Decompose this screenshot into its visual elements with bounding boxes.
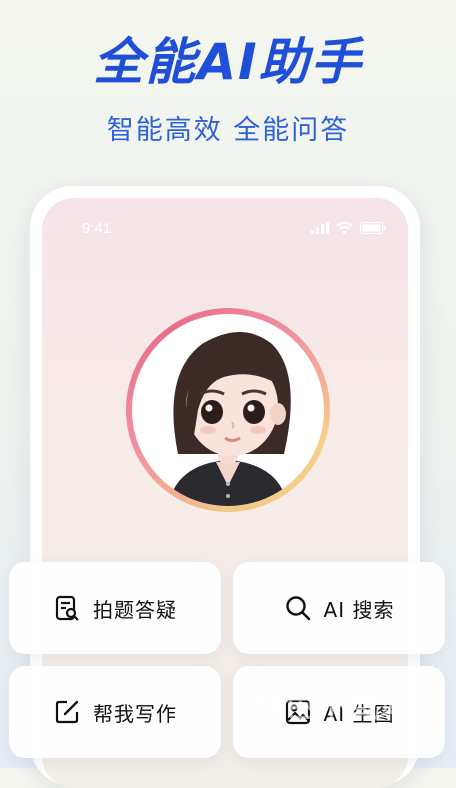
avatar-illustration bbox=[168, 332, 291, 506]
avatar bbox=[132, 314, 324, 506]
feature-card-photo-question[interactable]: 拍题答疑 bbox=[9, 562, 221, 654]
signal-icon bbox=[311, 222, 329, 234]
status-icons bbox=[311, 222, 386, 234]
watermark-url: www.lmop.com bbox=[268, 728, 421, 752]
hero-title: 全能AI助手 bbox=[93, 33, 363, 91]
wifi-icon bbox=[336, 222, 353, 234]
feature-card-writing[interactable]: 帮我写作 bbox=[9, 666, 221, 758]
watermark-text: 绿色下载站 bbox=[252, 687, 413, 723]
hero-subtitle: 智能高效 全能问答 bbox=[106, 115, 350, 146]
feature-label: 拍题答疑 bbox=[93, 597, 177, 622]
feature-label: AI 搜索 bbox=[323, 597, 395, 622]
edit-icon bbox=[55, 700, 79, 724]
battery-icon bbox=[360, 222, 386, 234]
feature-card-ai-search[interactable]: AI 搜索 bbox=[233, 562, 445, 654]
photo-question-icon bbox=[55, 595, 79, 621]
avatar-ring bbox=[126, 308, 330, 512]
search-icon bbox=[285, 596, 310, 621]
status-time: 9:41 bbox=[82, 220, 112, 237]
feature-label: 帮我写作 bbox=[93, 701, 177, 726]
